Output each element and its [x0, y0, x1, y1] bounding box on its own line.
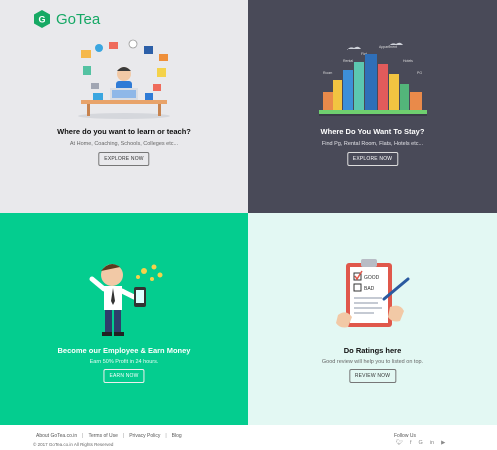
city-label: PG	[417, 71, 422, 75]
gotea-logo-icon: G	[34, 10, 50, 28]
city-label: Hotels	[403, 59, 413, 63]
twitter-icon[interactable]: 🐦︎	[396, 440, 403, 446]
panel-subtitle: At Home, Coaching, Schools, Colleges etc…	[69, 141, 179, 147]
gotea-logo[interactable]: G GoTea	[32, 9, 100, 29]
city-label: Rental	[343, 59, 353, 63]
follow-us-label: Follow Us	[394, 433, 416, 439]
footer-separator: |	[122, 433, 125, 439]
google-plus-icon[interactable]: G	[419, 440, 423, 446]
city-illustration: Appartment Flat Rental Room Hotels PG	[318, 42, 427, 116]
panel-subtitle: Good review will help you to listed on t…	[321, 359, 424, 365]
panel-subtitle: Earn 50% Profit in 24 hours.	[89, 359, 159, 365]
footer-links: About GoTea.co.in | Terms of Use | Priva…	[36, 433, 182, 439]
youtube-icon[interactable]: ▶	[441, 440, 445, 446]
panel-title: Do Ratings here	[343, 346, 402, 355]
facebook-icon[interactable]: f	[410, 440, 412, 446]
earn-now-button[interactable]: EARN NOW	[103, 369, 145, 383]
panel-title: Where Do You Want To Stay?	[320, 127, 425, 136]
linkedin-icon[interactable]: in	[430, 440, 434, 446]
footer-link-about[interactable]: About GoTea.co.in	[36, 433, 77, 439]
panel-ratings: GOOD BAD Do Ratings here Good review wil…	[248, 213, 497, 425]
footer-separator: |	[165, 433, 167, 439]
footer-link-privacy[interactable]: Privacy Policy	[129, 433, 160, 439]
feature-grid: G GoTea Where do you want to learn or te…	[0, 0, 497, 425]
checklist-good: GOOD	[364, 275, 380, 281]
footer: About GoTea.co.in | Terms of Use | Priva…	[0, 425, 497, 450]
city-label: Appartment	[379, 45, 397, 49]
panel-title: Become our Employee & Earn Money	[57, 346, 191, 355]
ratings-illustration: GOOD BAD	[335, 259, 409, 328]
social-links: 🐦︎ f G in ▶	[396, 440, 445, 446]
logo-text: GoTea	[56, 10, 101, 28]
explore-now-button[interactable]: EXPLORE NOW	[98, 152, 150, 166]
panel-subtitle: Find Pg, Rental Room, Flats, Hotels etc.…	[321, 141, 424, 147]
copyright-text: © 2017 GoTea.co.in All Rights Reserved	[33, 442, 114, 447]
panel-title: Where do you want to learn or teach?	[57, 127, 191, 136]
panel-learn-teach: G GoTea Where do you want to learn or te…	[0, 0, 248, 213]
footer-link-blog[interactable]: Blog	[172, 433, 182, 439]
review-now-button[interactable]: REVIEW NOW	[348, 369, 397, 383]
panel-stay: Appartment Flat Rental Room Hotels PG Wh…	[248, 0, 497, 213]
learn-teach-illustration	[78, 39, 170, 119]
logo-letter: G	[38, 15, 45, 25]
city-label: Room	[323, 71, 332, 75]
footer-separator: |	[82, 433, 84, 439]
explore-now-button[interactable]: EXPLORE NOW	[346, 152, 399, 166]
checklist-bad: BAD	[364, 286, 375, 292]
employee-illustration	[89, 264, 163, 336]
panel-earn: Become our Employee & Earn Money Earn 50…	[0, 213, 248, 425]
footer-link-terms[interactable]: Terms of Use	[88, 433, 117, 439]
